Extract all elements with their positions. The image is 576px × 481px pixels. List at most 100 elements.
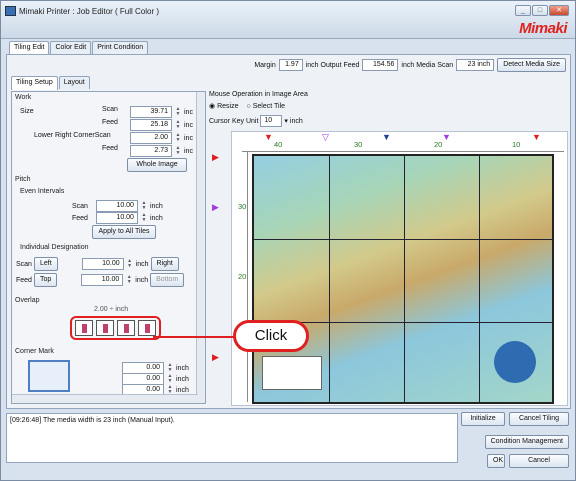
tiling-setup-pane: Work Size Scan 39.71 ▲ ▼ inc Feed 25.18 ▲ ▼ in… [11, 91, 206, 404]
even-scan-field[interactable]: 10.00 [95, 200, 138, 212]
tile-marker-icon[interactable]: ▽ [322, 132, 329, 143]
tile-marker-icon[interactable]: ▼ [532, 132, 541, 142]
tile-marker-icon[interactable]: ▶ [212, 352, 219, 363]
individual-scan-field[interactable]: 10.00 [81, 258, 124, 270]
margin-field[interactable]: 1.97 [278, 59, 303, 71]
tile-marker-icon[interactable]: ▼ [264, 132, 273, 142]
left-button[interactable]: Left [33, 257, 58, 271]
ok-button[interactable]: OK [487, 454, 505, 468]
unit-label: inch [149, 202, 163, 210]
chevron-down-icon[interactable]: ▾ [284, 117, 288, 125]
top-button[interactable]: Top [33, 273, 58, 287]
overlap-top-button[interactable] [96, 320, 114, 336]
spin-icon[interactable]: ▲ ▼ [166, 374, 174, 384]
spin-icon[interactable]: ▲ ▼ [166, 363, 174, 373]
brand-logo: Mimaki [519, 20, 567, 37]
close-button[interactable]: ✕ [549, 5, 569, 16]
tab-tiling-edit[interactable]: Tiling Edit [9, 41, 50, 55]
mouse-operation-label: Mouse Operation in Image Area [209, 91, 308, 98]
overlap-bottom-button[interactable] [138, 320, 156, 336]
world-map-image [252, 154, 554, 404]
left-ruler: 30 20 10 [238, 152, 248, 402]
margin-label: Margin [254, 61, 276, 69]
preview-canvas[interactable]: 40 30 20 10 ▼ ▽ ▼ ▼ ▼ ▶ ▶ ▶ 30 20 10 [212, 131, 568, 406]
media-scan-label: inch Media Scan [401, 61, 454, 69]
left-horizontal-scrollbar[interactable] [12, 394, 198, 403]
whole-image-button[interactable]: Whole Image [127, 158, 187, 172]
tiling-edit-panel: Margin 1.97 inch Output Feed 154.56 inch… [6, 54, 571, 409]
select-tile-radio[interactable]: ○ [247, 103, 251, 110]
corner-mark-header: Corner Mark [15, 348, 54, 355]
cursor-unit-select[interactable]: 10 [260, 115, 283, 127]
status-log: [09:26:48] The media width is 23 inch (M… [6, 413, 458, 463]
size-feed-field[interactable]: 25.18 [130, 119, 172, 131]
tile-marker-icon[interactable]: ▶ [212, 202, 219, 213]
left-vertical-scrollbar[interactable] [196, 92, 205, 403]
feed-label: Feed [102, 145, 118, 152]
unit-label: inc [184, 134, 193, 142]
resize-label: Resize [217, 102, 239, 110]
apply-to-all-tiles-button[interactable]: Apply to All Tiles [92, 225, 156, 239]
spin-icon[interactable]: ▲ ▼ [174, 146, 182, 156]
tab-print-condition[interactable]: Print Condition [92, 41, 149, 54]
select-tile-label: Select Tile [252, 102, 286, 110]
tile-marker-icon[interactable]: ▼ [382, 132, 391, 142]
overlap-value: 2.00 ÷ inch [94, 306, 129, 313]
spin-icon[interactable]: ▲ ▼ [174, 120, 182, 130]
spin-icon[interactable]: ▲ ▼ [140, 201, 148, 211]
unit-label: inch [289, 117, 303, 125]
size-scan-field[interactable]: 39.71 [130, 106, 172, 118]
spin-icon[interactable]: ▲ ▼ [125, 275, 133, 285]
unit-label: inc [184, 121, 193, 129]
spin-icon[interactable]: ▲ ▼ [140, 213, 148, 223]
printer-icon [5, 6, 16, 16]
feed-label: Feed [102, 119, 118, 126]
click-callout: Click [233, 320, 309, 352]
media-scan-field: 23 inch [456, 59, 495, 71]
feed-label: Feed [16, 276, 32, 284]
tab-color-edit[interactable]: Color Edit [50, 41, 92, 54]
condition-management-button[interactable]: Condition Management [484, 435, 569, 449]
unit-label: inch [149, 214, 163, 222]
globe-image [494, 341, 536, 383]
spin-icon[interactable]: ▲ ▼ [174, 107, 182, 117]
image-area: Mouse Operation in Image Area ◉ Resize ○ Se… [209, 91, 568, 406]
tab-layout[interactable]: Layout [58, 76, 90, 89]
overlap-left-button[interactable] [75, 320, 93, 336]
lrc-feed-field[interactable]: 2.73 [130, 145, 172, 157]
resize-radio[interactable]: ◉ [209, 102, 215, 110]
overlap-header: Overlap [15, 297, 40, 304]
tab-tiling-setup[interactable]: Tiling Setup [11, 76, 58, 90]
individual-feed-field[interactable]: 10.00 [81, 274, 124, 286]
window-title: Mimaki Printer : Job Editor ( Full Color… [19, 7, 160, 16]
ruler-label: 40 [274, 140, 283, 149]
cancel-tiling-button[interactable]: Cancel Tiling [509, 412, 569, 426]
tile-marker-icon[interactable]: ▶ [212, 152, 219, 163]
lrc-scan-field[interactable]: 2.00 [130, 132, 172, 144]
spin-icon[interactable]: ▲ ▼ [126, 259, 134, 269]
detect-media-size-button[interactable]: Detect Media Size [497, 58, 566, 72]
cancel-button[interactable]: Cancel [509, 454, 569, 468]
unit-label: inc [184, 108, 193, 116]
initialize-button[interactable]: Initialize [461, 412, 505, 426]
tile-marker-icon[interactable]: ▼ [442, 132, 451, 142]
right-button[interactable]: Right [150, 257, 179, 271]
size-label: Size [20, 108, 34, 115]
output-feed-label: inch Output Feed [305, 61, 360, 69]
minimize-button[interactable]: _ [515, 5, 531, 16]
spin-icon[interactable]: ▲ ▼ [174, 133, 182, 143]
work-header: Work [15, 94, 32, 101]
even-intervals-label: Even Intervals [20, 188, 65, 195]
callout-pointer [153, 336, 235, 338]
lower-right-corner-label: Lower Right CornerScan [34, 132, 111, 139]
unit-label: inch [176, 364, 189, 372]
bottom-button[interactable]: Bottom [150, 273, 185, 287]
feed-label: Feed [72, 214, 88, 222]
unit-label: inch [135, 260, 149, 268]
overlap-right-button[interactable] [117, 320, 135, 336]
individual-designation-label: Individual Designation [20, 244, 89, 251]
maximize-button[interactable]: □ [532, 5, 548, 16]
even-feed-field[interactable]: 10.00 [95, 212, 138, 224]
unit-label: inc [184, 147, 193, 155]
cursor-key-unit-label: Cursor Key Unit [209, 117, 259, 125]
